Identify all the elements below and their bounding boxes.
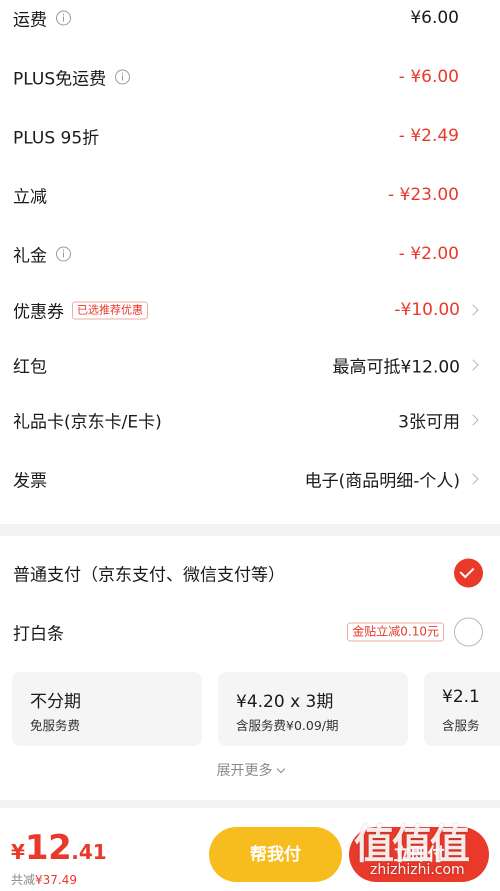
fee-row-shipping: 运费 ¥6.00: [0, 0, 500, 38]
checkout-bottom-bar: ¥12.41 共减¥37.49 帮我付 立即付: [0, 808, 500, 891]
installment-title: 不分期: [30, 692, 81, 712]
total-price: ¥12.41: [11, 828, 107, 868]
price-integer: 12: [24, 828, 72, 868]
red-packet-label: 红包: [13, 357, 47, 378]
shipping-value: ¥6.00: [410, 8, 459, 28]
info-icon[interactable]: [115, 69, 131, 85]
chevron-right-icon: [467, 359, 479, 371]
chevron-down-icon: [276, 764, 285, 774]
expand-more-label: 展开更多: [216, 763, 273, 779]
instant-discount-label: 立减: [13, 187, 47, 208]
section-divider: [0, 800, 500, 808]
installment-title: ¥4.20 x 3期: [236, 692, 334, 712]
fee-row-instant-discount: 立减 - ¥23.00: [0, 175, 500, 215]
info-icon[interactable]: [56, 10, 71, 26]
fee-row-red-packet[interactable]: 红包 最高可抵¥12.00: [0, 345, 500, 385]
installment-card-more[interactable]: ¥2.1 含服务: [424, 672, 500, 746]
shipping-label: 运费: [13, 10, 47, 31]
fee-row-gift-card[interactable]: 礼品卡(京东卡/E卡) 3张可用: [0, 400, 500, 440]
plus-free-shipping-value: - ¥6.00: [398, 67, 459, 87]
price-decimal: .41: [71, 840, 107, 864]
baitiao-promo-badge: 金贴立减0.10元: [347, 622, 444, 642]
baitiao-label: 打白条: [13, 624, 64, 645]
info-icon[interactable]: [56, 246, 71, 262]
chevron-right-icon: [467, 304, 479, 316]
saved-label: 共减: [11, 873, 36, 887]
chevron-right-icon: [467, 473, 479, 485]
instant-discount-value: - ¥23.00: [387, 185, 459, 205]
fee-row-plus-free-shipping: PLUS免运费 - ¥6.00: [0, 57, 500, 97]
payment-option-normal[interactable]: 普通支付（京东支付、微信支付等）: [0, 551, 500, 595]
payment-option-baitiao[interactable]: 打白条 金贴立减0.10元: [0, 610, 500, 654]
red-packet-value: 最高可抵¥12.00: [332, 357, 460, 378]
chevron-right-icon: [467, 414, 479, 426]
radio-unchecked-icon[interactable]: [454, 617, 483, 647]
section-divider: [0, 524, 500, 536]
plus-discount-value: - ¥2.49: [398, 126, 459, 146]
coupon-label: 优惠券: [13, 302, 64, 323]
checkout-page: 运费 ¥6.00 PLUS免运费 - ¥6.00 PLUS 95折 - ¥2.4…: [0, 0, 500, 891]
invoice-label: 发票: [13, 471, 47, 492]
installment-subtitle: 含服务: [442, 718, 480, 733]
installment-subtitle: 免服务费: [30, 718, 81, 733]
expand-more-button[interactable]: 展开更多: [0, 760, 500, 780]
plus-free-shipping-label: PLUS免运费: [13, 69, 107, 90]
pay-now-button[interactable]: 立即付: [349, 827, 489, 882]
plus-discount-label: PLUS 95折: [13, 128, 100, 149]
fee-row-coupon[interactable]: 优惠券 已选推荐优惠 -¥10.00: [0, 290, 500, 330]
checkmark-circle-icon[interactable]: [454, 558, 483, 588]
installment-subtitle: 含服务费¥0.09/期: [236, 718, 339, 733]
installment-title: ¥2.1: [442, 687, 480, 707]
fee-row-invoice[interactable]: 发票 电子(商品明细-个人): [0, 459, 500, 499]
normal-payment-label: 普通支付（京东支付、微信支付等）: [13, 565, 285, 586]
saved-value: ¥37.49: [35, 873, 78, 887]
gift-money-value: - ¥2.00: [398, 244, 459, 264]
installment-card-3[interactable]: ¥4.20 x 3期 含服务费¥0.09/期: [218, 672, 408, 746]
fee-row-gift-money: 礼金 - ¥2.00: [0, 234, 500, 274]
total-saved: 共减¥37.49: [11, 871, 77, 888]
help-pay-button[interactable]: 帮我付: [209, 827, 342, 882]
price-currency: ¥: [11, 840, 25, 864]
gift-money-label: 礼金: [13, 246, 47, 267]
installment-card-none[interactable]: 不分期 免服务费: [12, 672, 202, 746]
fee-row-plus-discount: PLUS 95折 - ¥2.49: [0, 116, 500, 156]
coupon-value: -¥10.00: [394, 300, 460, 320]
gift-card-label: 礼品卡(京东卡/E卡): [13, 412, 162, 433]
coupon-recommended-tag: 已选推荐优惠: [72, 301, 148, 319]
invoice-value: 电子(商品明细-个人): [304, 471, 460, 492]
installment-options: 不分期 免服务费 ¥4.20 x 3期 含服务费¥0.09/期 ¥2.1 含服务: [12, 672, 500, 746]
gift-card-value: 3张可用: [398, 412, 460, 433]
